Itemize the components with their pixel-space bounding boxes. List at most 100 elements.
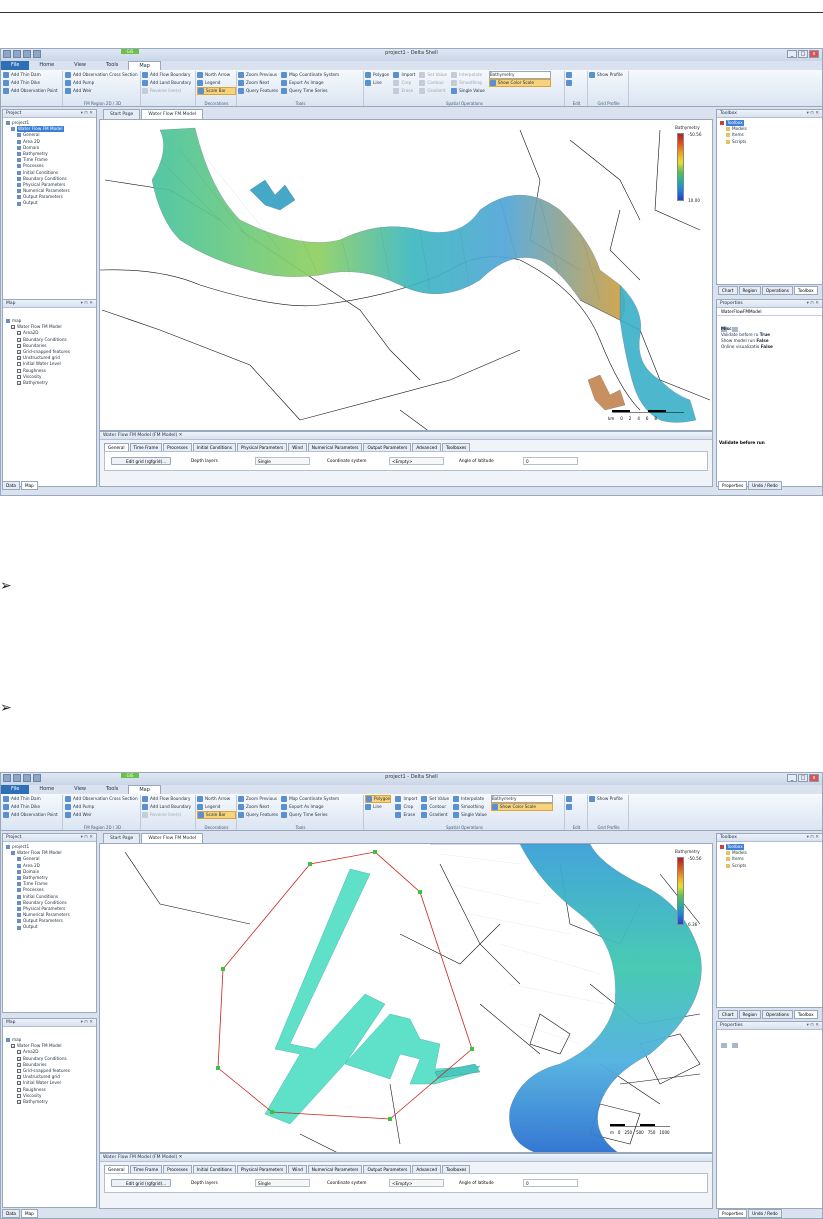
- zoom-next-button[interactable]: Zoom Next: [238, 803, 278, 811]
- pin-icon[interactable]: ▾ ⊓ ✕: [807, 300, 819, 308]
- tab-region[interactable]: Region: [738, 286, 761, 295]
- add-thin-dike-button[interactable]: Add Thin Dike: [3, 803, 62, 811]
- crop-button[interactable]: Crop: [393, 79, 415, 87]
- tab-region[interactable]: Region: [738, 1010, 761, 1019]
- tab-undo-redo[interactable]: Undo / Redo: [748, 1209, 782, 1218]
- layer-checkbox[interactable]: ✓: [17, 1099, 21, 1104]
- toolbox-scripts[interactable]: Scripts: [720, 139, 819, 145]
- single-value-button[interactable]: Single Value: [451, 87, 485, 95]
- polygon-vertex[interactable]: [221, 967, 225, 971]
- layer-checkbox[interactable]: ✓: [17, 380, 21, 385]
- scale-bar-button[interactable]: Scale Bar: [197, 87, 236, 95]
- layer-checkbox[interactable]: ✓: [17, 1056, 21, 1061]
- export-as-image-button[interactable]: Export As Image: [281, 79, 339, 87]
- tab-toolbox[interactable]: Toolbox: [793, 1010, 818, 1019]
- layer-checkbox[interactable]: ✓: [17, 356, 21, 361]
- coordinate-system-field[interactable]: <Empty>: [389, 457, 444, 465]
- gradient-button[interactable]: Gradient: [419, 87, 447, 95]
- layer-checkbox[interactable]: [17, 1087, 21, 1092]
- edit-tool-2[interactable]: [566, 79, 587, 87]
- tab-data[interactable]: Data: [2, 1209, 20, 1218]
- tab-tools[interactable]: Tools: [96, 61, 128, 70]
- alphabetical-icon[interactable]: [732, 1043, 739, 1048]
- layer-checkbox[interactable]: [17, 1093, 21, 1098]
- map-coordinate-system-button[interactable]: Map Coordinate System: [281, 795, 339, 803]
- depth-layers-field[interactable]: Single: [255, 457, 310, 465]
- query-time-series-button[interactable]: Query Time Series: [281, 811, 339, 819]
- query-features-button[interactable]: Query Features: [238, 811, 278, 819]
- tab-file[interactable]: File: [1, 785, 30, 794]
- show-color-scale-button[interactable]: Show Color Scale: [488, 79, 551, 87]
- add-flow-boundary-button[interactable]: Add Flow Boundary: [142, 795, 195, 803]
- crop-button[interactable]: Crop: [395, 803, 417, 811]
- show-profile-button[interactable]: Show Profile: [589, 71, 628, 79]
- add-weir-button[interactable]: Add Weir: [65, 811, 140, 819]
- angle-of-latitude-field[interactable]: 0: [523, 1179, 578, 1187]
- map-coordinate-system-button[interactable]: Map Coordinate System: [281, 71, 339, 79]
- add-pump-button[interactable]: Add Pump: [65, 79, 140, 87]
- tab-home[interactable]: Home: [29, 61, 64, 70]
- tab-map[interactable]: Map: [128, 785, 161, 794]
- add-land-boundary-button[interactable]: Add Land Boundary: [142, 803, 195, 811]
- tab-water-flow-model[interactable]: Water Flow FM Model: [141, 833, 204, 843]
- pin-icon[interactable]: ▾ ⊓ ✕: [81, 300, 93, 308]
- edit-tool-1[interactable]: [566, 795, 587, 803]
- minimize-button[interactable]: _: [787, 774, 797, 782]
- layer-checkbox[interactable]: [17, 374, 21, 379]
- pin-icon[interactable]: ▾ ⊓ ✕: [81, 1019, 93, 1027]
- toolbox-scripts[interactable]: Scripts: [720, 863, 819, 869]
- query-features-button[interactable]: Query Features: [238, 87, 278, 95]
- angle-of-latitude-field[interactable]: 0: [523, 457, 578, 465]
- coverage-select[interactable]: Bathymetry: [488, 71, 551, 79]
- layer-checkbox[interactable]: ✓: [17, 1081, 21, 1086]
- legend-button[interactable]: Legend: [197, 79, 236, 87]
- polygon-button[interactable]: Polygon: [365, 795, 392, 803]
- tab-chart[interactable]: Chart: [718, 286, 738, 295]
- show-profile-button[interactable]: Show Profile: [589, 795, 628, 803]
- layer-bathymetry[interactable]: ✓ Bathymetry: [6, 1099, 93, 1105]
- pin-icon[interactable]: ▾ ⊓ ✕: [81, 110, 93, 118]
- edit-grid-button[interactable]: Edit grid (rgfgrid)...: [111, 457, 172, 465]
- tab-view[interactable]: View: [64, 785, 96, 794]
- polygon-vertex[interactable]: [270, 1110, 274, 1114]
- tab-tools[interactable]: Tools: [96, 785, 128, 794]
- tab-file[interactable]: File: [1, 61, 30, 70]
- line-button[interactable]: Line: [365, 79, 389, 87]
- pin-icon[interactable]: ▾ ⊓ ✕: [81, 834, 93, 842]
- map-view[interactable]: Bathymetry -50.56 6.36 m 0 250 500 750 1000: [99, 843, 713, 1153]
- edit-tool-2[interactable]: [566, 803, 587, 811]
- add-thin-dam-button[interactable]: Add Thin Dam: [3, 795, 62, 803]
- add-thin-dam-button[interactable]: Add Thin Dam: [3, 71, 62, 79]
- layer-bathymetry[interactable]: ✓ Bathymetry: [6, 380, 93, 386]
- layer-checkbox[interactable]: ✓: [17, 331, 21, 336]
- maximize-button[interactable]: □: [798, 50, 808, 58]
- export-as-image-button[interactable]: Export As Image: [281, 803, 339, 811]
- add-observation-cross-section-button[interactable]: Add Observation Cross Section: [65, 71, 140, 79]
- tab-properties[interactable]: Properties: [718, 481, 748, 490]
- layer-checkbox[interactable]: ✓: [17, 343, 21, 348]
- map-canvas[interactable]: [100, 844, 713, 1153]
- reverse-lines-button[interactable]: Reverse line(s): [142, 87, 195, 95]
- polygon-vertex[interactable]: [418, 890, 422, 894]
- add-observation-point-button[interactable]: Add Observation Point: [3, 87, 62, 95]
- tab-view[interactable]: View: [64, 61, 96, 70]
- layer-checkbox[interactable]: ✓: [17, 1075, 21, 1080]
- layer-checkbox[interactable]: [17, 362, 21, 367]
- north-arrow-button[interactable]: North Arrow: [197, 795, 236, 803]
- pin-icon[interactable]: ▾ ⊓ ✕: [807, 110, 819, 118]
- tab-start-page[interactable]: Start Page: [103, 833, 141, 843]
- polygon-vertex[interactable]: [373, 850, 377, 854]
- tab-properties[interactable]: Properties: [718, 1209, 748, 1218]
- set-value-button[interactable]: Set Value: [419, 71, 447, 79]
- pin-icon[interactable]: ▾ ⊓ ✕: [807, 1022, 819, 1030]
- contour-button[interactable]: Contour: [421, 803, 449, 811]
- zoom-previous-button[interactable]: Zoom Previous: [238, 795, 278, 803]
- tab-map-panel[interactable]: Map: [21, 1209, 38, 1218]
- tab-start-page[interactable]: Start Page: [103, 109, 141, 119]
- layer-checkbox[interactable]: ✓: [11, 1044, 15, 1049]
- tab-chart[interactable]: Chart: [718, 1010, 738, 1019]
- layer-checkbox[interactable]: ✓: [17, 1050, 21, 1055]
- layer-checkbox[interactable]: ✓: [11, 325, 15, 330]
- properties-object-select[interactable]: WaterFlowFMModel: [717, 308, 822, 316]
- tab-map-panel[interactable]: Map: [21, 481, 38, 490]
